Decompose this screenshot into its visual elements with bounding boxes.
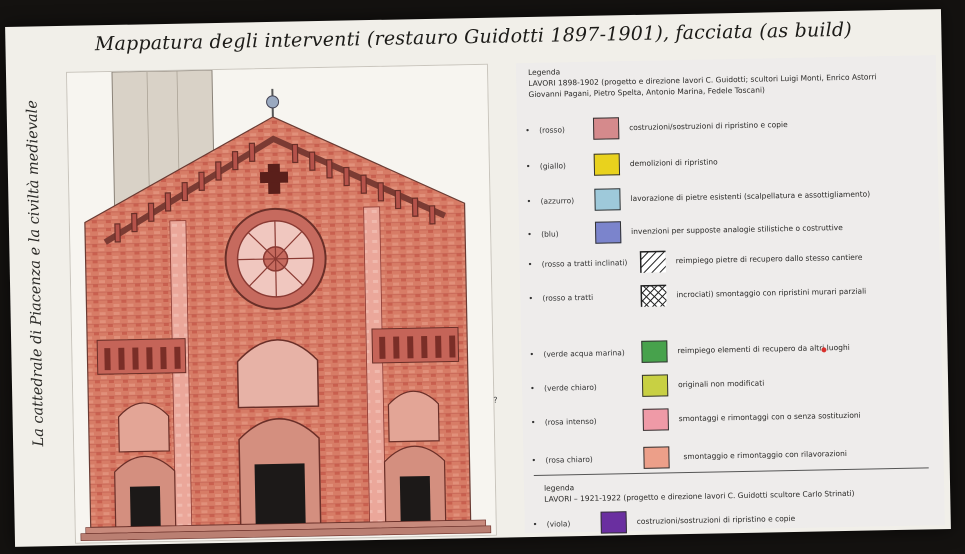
legend-color-label: (rosso a tratti inclinati) — [541, 258, 628, 269]
legend-description: costruzioni/sostruzioni di ripristino e … — [636, 513, 796, 526]
legend-description: smontaggio e rimontaggio con rilavorazio… — [683, 448, 847, 462]
drawing-question-mark: ? — [493, 395, 498, 405]
legend-swatch — [641, 374, 669, 397]
legend-description: costruzioni/sostruzioni di ripristino e … — [629, 120, 788, 133]
legend-row: • (azzurro) lavorazione di pietre esiste… — [518, 180, 938, 218]
legend-swatch — [592, 117, 620, 140]
legend-description: demolizioni di ripristino — [629, 157, 718, 169]
bullet: • — [530, 383, 535, 394]
legend-color-label: (viola) — [546, 519, 571, 529]
legend-color-label: (rosa chiaro) — [545, 454, 593, 465]
legend-swatch — [641, 340, 668, 363]
legend-description: originali non modificati — [677, 378, 765, 390]
legend-description: invenzioni per supposte analogie stilist… — [631, 222, 843, 237]
slide-title: Mappatura degli interventi (restauro Gui… — [94, 18, 853, 56]
legend-color-label: (verde chiaro) — [544, 382, 597, 393]
legend-color-label: (verde acqua marina) — [543, 348, 625, 359]
legend-color-label: (rosso a tratti — [542, 292, 594, 303]
legend-description: smontaggi e rimontaggi con o senza sosti… — [678, 410, 861, 424]
cathedral-facade-illustration — [66, 64, 496, 543]
bullet: • — [531, 455, 537, 466]
bullet: • — [527, 259, 533, 270]
legend-swatch — [594, 221, 622, 244]
laser-pointer-dot — [821, 347, 827, 353]
side-caption: La cattedrale di Piacenza e la civiltà m… — [24, 100, 48, 447]
legend-swatch — [593, 153, 621, 176]
bullet: • — [525, 161, 531, 172]
legend-swatch — [642, 408, 669, 431]
legend-color-label: (azzurro) — [540, 196, 575, 206]
legend-panel: Legenda LAVORI 1898-1902 (progetto e dir… — [515, 55, 945, 534]
legend-swatch — [643, 446, 670, 469]
bullet: • — [527, 229, 532, 240]
legend-row: • (giallo) demolizioni di ripristino — [518, 145, 938, 183]
legend-row: • (verde acqua marina) reimpiego element… — [521, 333, 941, 371]
legend-row: • (rosso) costruzioni/sostruzioni di rip… — [517, 109, 937, 147]
legend-color-label: (blu) — [541, 229, 559, 239]
legend2-header: legenda LAVORI – 1921-1922 (progetto e d… — [544, 475, 924, 504]
legend-description: lavorazione di pietre esistenti (scalpel… — [630, 189, 871, 204]
legend-header: Legenda LAVORI 1898-1902 (progetto e dir… — [528, 59, 924, 100]
legend-swatch-hatched — [639, 250, 666, 273]
legend-description: reimpiego pietre di recupero dallo stess… — [675, 252, 863, 266]
legend-swatch — [594, 188, 621, 211]
bullet: • — [528, 293, 534, 304]
bullet: • — [529, 349, 535, 360]
legend-color-label: (rosso) — [539, 125, 566, 135]
legend-swatch-crosshatched — [640, 284, 667, 307]
legend-row: • (viola) costruzioni/sostruzioni di rip… — [524, 503, 944, 541]
legend-color-label: (rosa intenso) — [544, 416, 597, 427]
legend-row: • (rosa intenso) smontaggi e rimontaggi … — [523, 401, 943, 439]
legend-row: • (rosso a tratti incrociati) smontaggio… — [520, 277, 940, 315]
facade-drawing — [65, 63, 497, 544]
bullet: • — [526, 196, 532, 207]
legend-color-label: (giallo) — [539, 161, 567, 171]
projection-screen: Mappatura degli interventi (restauro Gui… — [5, 9, 951, 547]
bullet: • — [530, 417, 536, 428]
legend-row: • (verde chiaro) originali non modificat… — [522, 367, 942, 405]
legend-swatch — [600, 511, 627, 534]
bullet: • — [532, 519, 538, 529]
legend-description: incrociati) smontaggio con ripristini mu… — [676, 286, 867, 300]
bullet: • — [525, 125, 530, 136]
